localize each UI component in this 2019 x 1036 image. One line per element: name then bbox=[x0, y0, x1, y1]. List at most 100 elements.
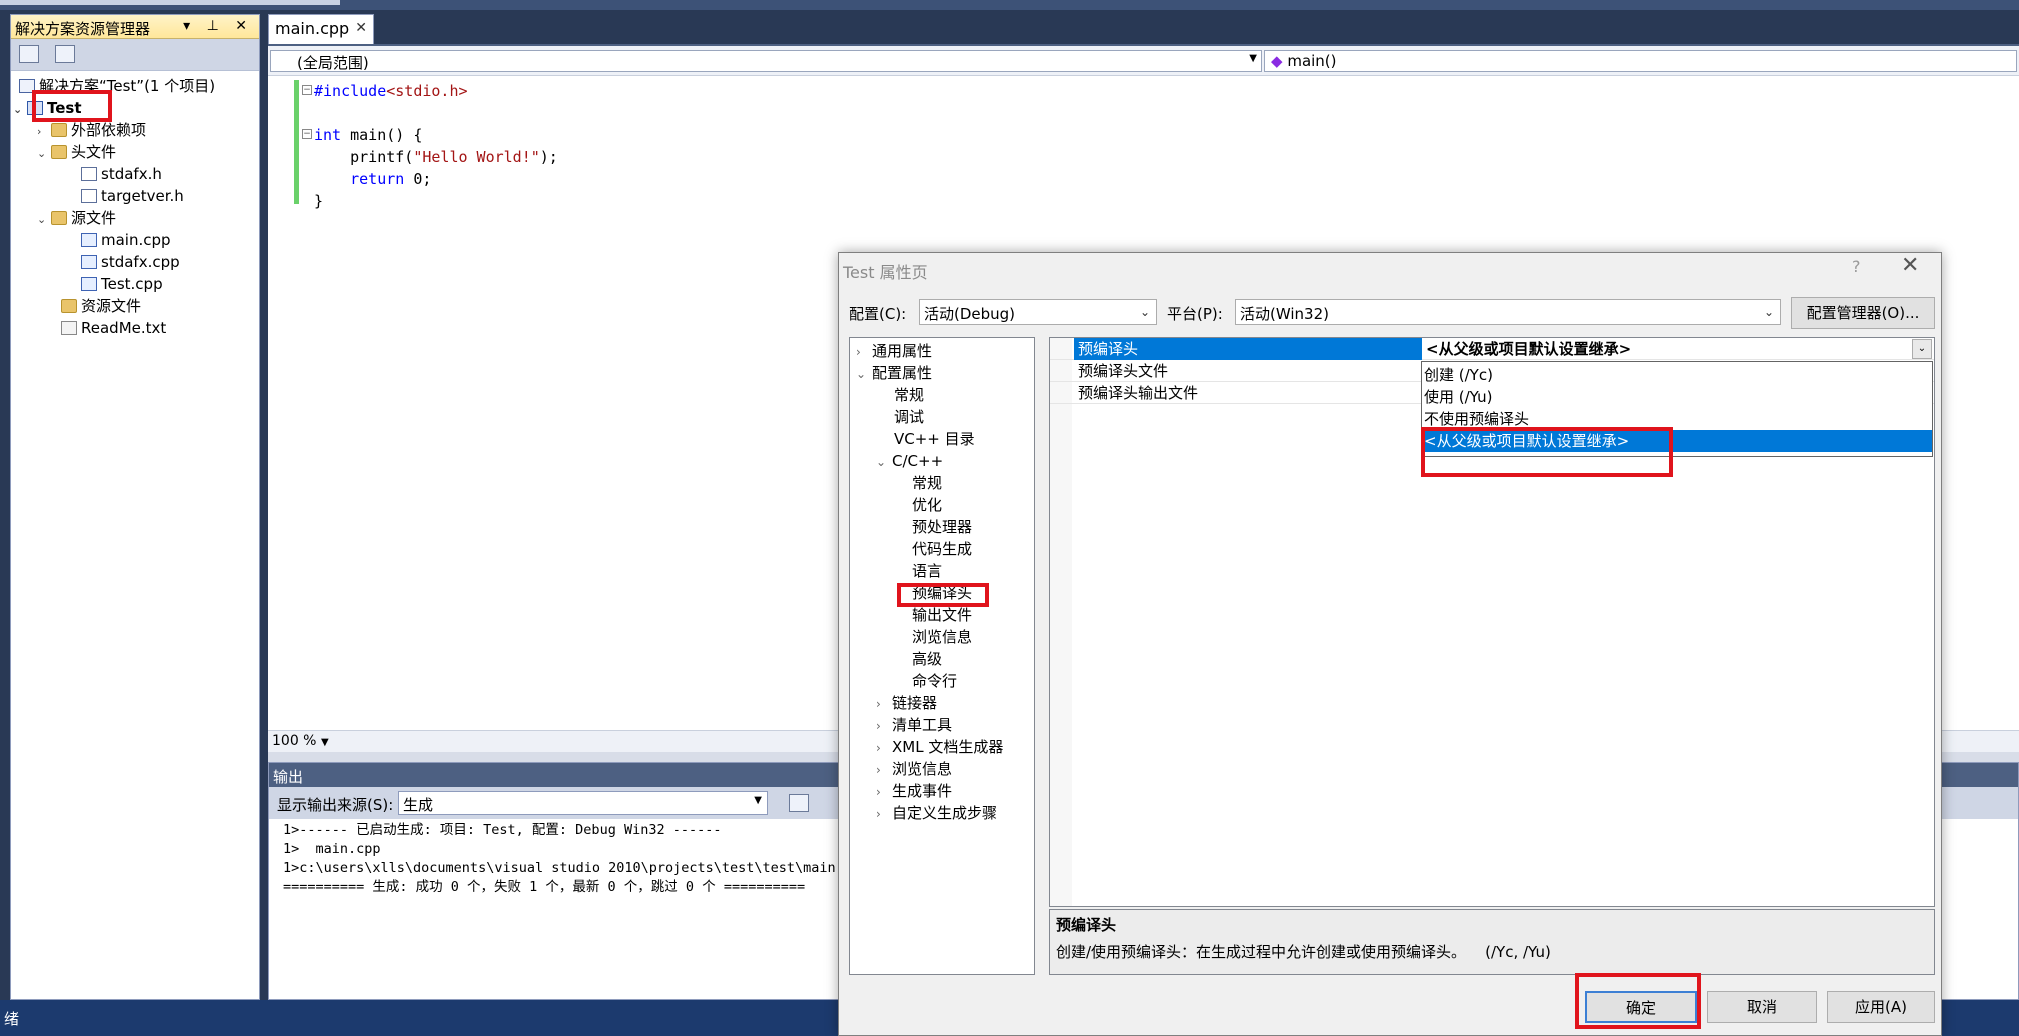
tree-item-browse-info[interactable]: 浏览信息 bbox=[912, 626, 972, 648]
expand-arrow-icon: › bbox=[876, 741, 881, 755]
output-line: ========== 生成: 成功 0 个，失败 1 个，最新 0 个，跳过 0… bbox=[283, 879, 806, 895]
highlight-box-project bbox=[32, 90, 112, 122]
collapse-arrow-icon: ⌄ bbox=[876, 455, 887, 469]
description-title: 预编译头 bbox=[1056, 916, 1117, 934]
config-dropdown[interactable]: 活动(Debug) ⌄ bbox=[919, 299, 1157, 325]
fold-icon[interactable]: − bbox=[302, 129, 312, 139]
tree-item-normal[interactable]: 常规 bbox=[894, 384, 924, 406]
editor-margin bbox=[268, 76, 290, 732]
grid-row-precompiled-header[interactable]: 预编译头 <从父级或项目默认设置继承> ⌄ bbox=[1050, 338, 1934, 360]
tree-item-custom-build[interactable]: › 自定义生成步骤 bbox=[876, 802, 997, 824]
tree-item-code-gen[interactable]: 代码生成 bbox=[912, 538, 972, 560]
tree-item-readme[interactable]: ReadMe.txt bbox=[61, 317, 166, 339]
scope-dropdown[interactable]: (全局范围) ▼ bbox=[270, 50, 1262, 72]
code-line-6: } bbox=[314, 192, 324, 210]
cancel-button[interactable]: 取消 bbox=[1707, 991, 1817, 1023]
tree-item-preprocessor[interactable]: 预处理器 bbox=[912, 516, 972, 538]
tree-item-cpp-normal[interactable]: 常规 bbox=[912, 472, 942, 494]
collapse-arrow-icon[interactable]: ⌄ bbox=[37, 209, 51, 231]
dialog-title: Test 属性页 bbox=[843, 263, 928, 282]
tree-item-test-cpp[interactable]: Test.cpp bbox=[81, 273, 163, 295]
text-file-icon bbox=[61, 321, 77, 335]
tab-main-cpp[interactable]: main.cpp ✕ bbox=[268, 14, 374, 44]
cpp-file-icon bbox=[81, 233, 97, 247]
solution-explorer-header: 解决方案资源管理器 ▾ ⊥ ✕ bbox=[11, 15, 259, 39]
code-line-1: #include<stdio.h> bbox=[314, 82, 468, 100]
tree-item-browse-info-2[interactable]: › 浏览信息 bbox=[876, 758, 952, 780]
description-text: 创建/使用预编译头：在生成过程中允许创建或使用预编译头。 (/Yc, /Yu) bbox=[1056, 943, 1551, 961]
zoom-level[interactable]: 100 % bbox=[272, 733, 316, 749]
member-dropdown[interactable]: ◆ main() bbox=[1264, 50, 2017, 72]
dropdown-option-use[interactable]: 使用 (/Yu) bbox=[1422, 386, 1932, 408]
tree-item-targetver-h[interactable]: targetver.h bbox=[81, 185, 184, 207]
tree-item-xml-doc[interactable]: › XML 文档生成器 bbox=[876, 736, 1003, 758]
output-line: 1> main.cpp bbox=[283, 841, 381, 857]
title-strip bbox=[0, 0, 2019, 10]
changed-lines-indicator bbox=[294, 80, 299, 204]
cpp-file-icon bbox=[81, 255, 97, 269]
folder-icon bbox=[51, 123, 67, 137]
tree-item-external-deps[interactable]: › 外部依赖项 bbox=[37, 119, 146, 141]
config-manager-button[interactable]: 配置管理器(O)... bbox=[1791, 297, 1935, 329]
output-line: 1>c:\users\xlls\documents\visual studio … bbox=[283, 860, 852, 876]
collapse-arrow-icon: ⌄ bbox=[856, 367, 867, 381]
chevron-down-icon[interactable]: ⌄ bbox=[1912, 339, 1932, 359]
config-label: 配置(C): bbox=[849, 305, 907, 323]
apply-button[interactable]: 应用(A) bbox=[1827, 991, 1935, 1023]
collapse-arrow-icon[interactable]: ⌄ bbox=[37, 143, 51, 165]
code-line-5: return 0; bbox=[314, 170, 432, 188]
output-source-label: 显示输出来源(S): bbox=[277, 796, 394, 814]
tree-item-build-events[interactable]: › 生成事件 bbox=[876, 780, 952, 802]
solution-explorer-toolbar bbox=[11, 39, 259, 71]
tree-item-output-files[interactable]: 输出文件 bbox=[912, 604, 972, 626]
fold-icon[interactable]: − bbox=[302, 85, 312, 95]
method-icon: ◆ bbox=[1271, 52, 1283, 70]
tree-item-manifest-tool[interactable]: › 清单工具 bbox=[876, 714, 952, 736]
tree-item-header-files[interactable]: ⌄ 头文件 bbox=[37, 141, 116, 163]
tree-item-config-props[interactable]: ⌄ 配置属性 bbox=[856, 362, 932, 384]
tree-item-language[interactable]: 语言 bbox=[912, 560, 942, 582]
tree-item-main-cpp[interactable]: main.cpp bbox=[81, 229, 171, 251]
property-description: 预编译头 创建/使用预编译头：在生成过程中允许创建或使用预编译头。 (/Yc, … bbox=[1049, 909, 1935, 975]
tree-item-stdafx-cpp[interactable]: stdafx.cpp bbox=[81, 251, 180, 273]
header-file-icon bbox=[81, 167, 97, 181]
code-line-3: int main() { bbox=[314, 126, 423, 144]
dropdown-option-create[interactable]: 创建 (/Yc) bbox=[1422, 364, 1932, 386]
help-icon[interactable]: ? bbox=[1852, 257, 1861, 276]
folder-icon bbox=[51, 145, 67, 159]
tree-item-optimization[interactable]: 优化 bbox=[912, 494, 942, 516]
find-message-icon[interactable] bbox=[789, 794, 809, 812]
panel-window-buttons[interactable]: ▾ ⊥ ✕ bbox=[183, 18, 253, 34]
tree-item-command-line[interactable]: 命令行 bbox=[912, 670, 957, 692]
expand-arrow-icon: › bbox=[876, 697, 881, 711]
show-all-files-icon[interactable] bbox=[55, 45, 75, 63]
tree-item-source-files[interactable]: ⌄ 源文件 bbox=[37, 207, 116, 229]
tree-item-linker[interactable]: › 链接器 bbox=[876, 692, 937, 714]
chevron-down-icon: ⌄ bbox=[1763, 305, 1774, 319]
expand-arrow-icon: › bbox=[876, 807, 881, 821]
tree-item-resource-files[interactable]: 资源文件 bbox=[61, 295, 141, 317]
tree-item-general-props[interactable]: › 通用属性 bbox=[856, 340, 932, 362]
tree-item-debug[interactable]: 调试 bbox=[894, 406, 924, 428]
tree-item-advanced[interactable]: 高级 bbox=[912, 648, 942, 670]
tree-item-cpp[interactable]: ⌄ C/C++ bbox=[876, 450, 943, 472]
properties-icon[interactable] bbox=[19, 45, 39, 63]
code-line-4: printf("Hello World!"); bbox=[314, 148, 558, 166]
folder-icon bbox=[61, 299, 77, 313]
tree-item-stdafx-h[interactable]: stdafx.h bbox=[81, 163, 162, 185]
property-pages-dialog: Test 属性页 ? ✕ 配置(C): 活动(Debug) ⌄ 平台(P): 活动… bbox=[838, 252, 1942, 1036]
tree-item-vc-dirs[interactable]: VC++ 目录 bbox=[894, 428, 975, 450]
expand-arrow-icon: › bbox=[856, 345, 861, 359]
property-tree: › 通用属性 ⌄ 配置属性 常规 调试 VC++ 目录 ⌄ C/C++ 常规 优化 预… bbox=[849, 337, 1035, 975]
close-icon[interactable]: ✕ bbox=[1901, 253, 1919, 278]
output-source-dropdown[interactable]: 生成 ▼ bbox=[398, 791, 768, 815]
expand-arrow-icon[interactable]: › bbox=[37, 121, 51, 143]
chevron-down-icon: ⌄ bbox=[1139, 305, 1150, 319]
chevron-down-icon[interactable]: ▼ bbox=[321, 737, 329, 748]
highlight-box-inherit bbox=[1421, 427, 1673, 477]
platform-dropdown[interactable]: 活动(Win32) ⌄ bbox=[1235, 299, 1781, 325]
close-tab-icon[interactable]: ✕ bbox=[355, 20, 367, 36]
grid-gutter bbox=[1050, 338, 1072, 906]
highlight-box-ok bbox=[1575, 973, 1701, 1029]
collapse-arrow-icon[interactable]: ⌄ bbox=[13, 99, 27, 121]
